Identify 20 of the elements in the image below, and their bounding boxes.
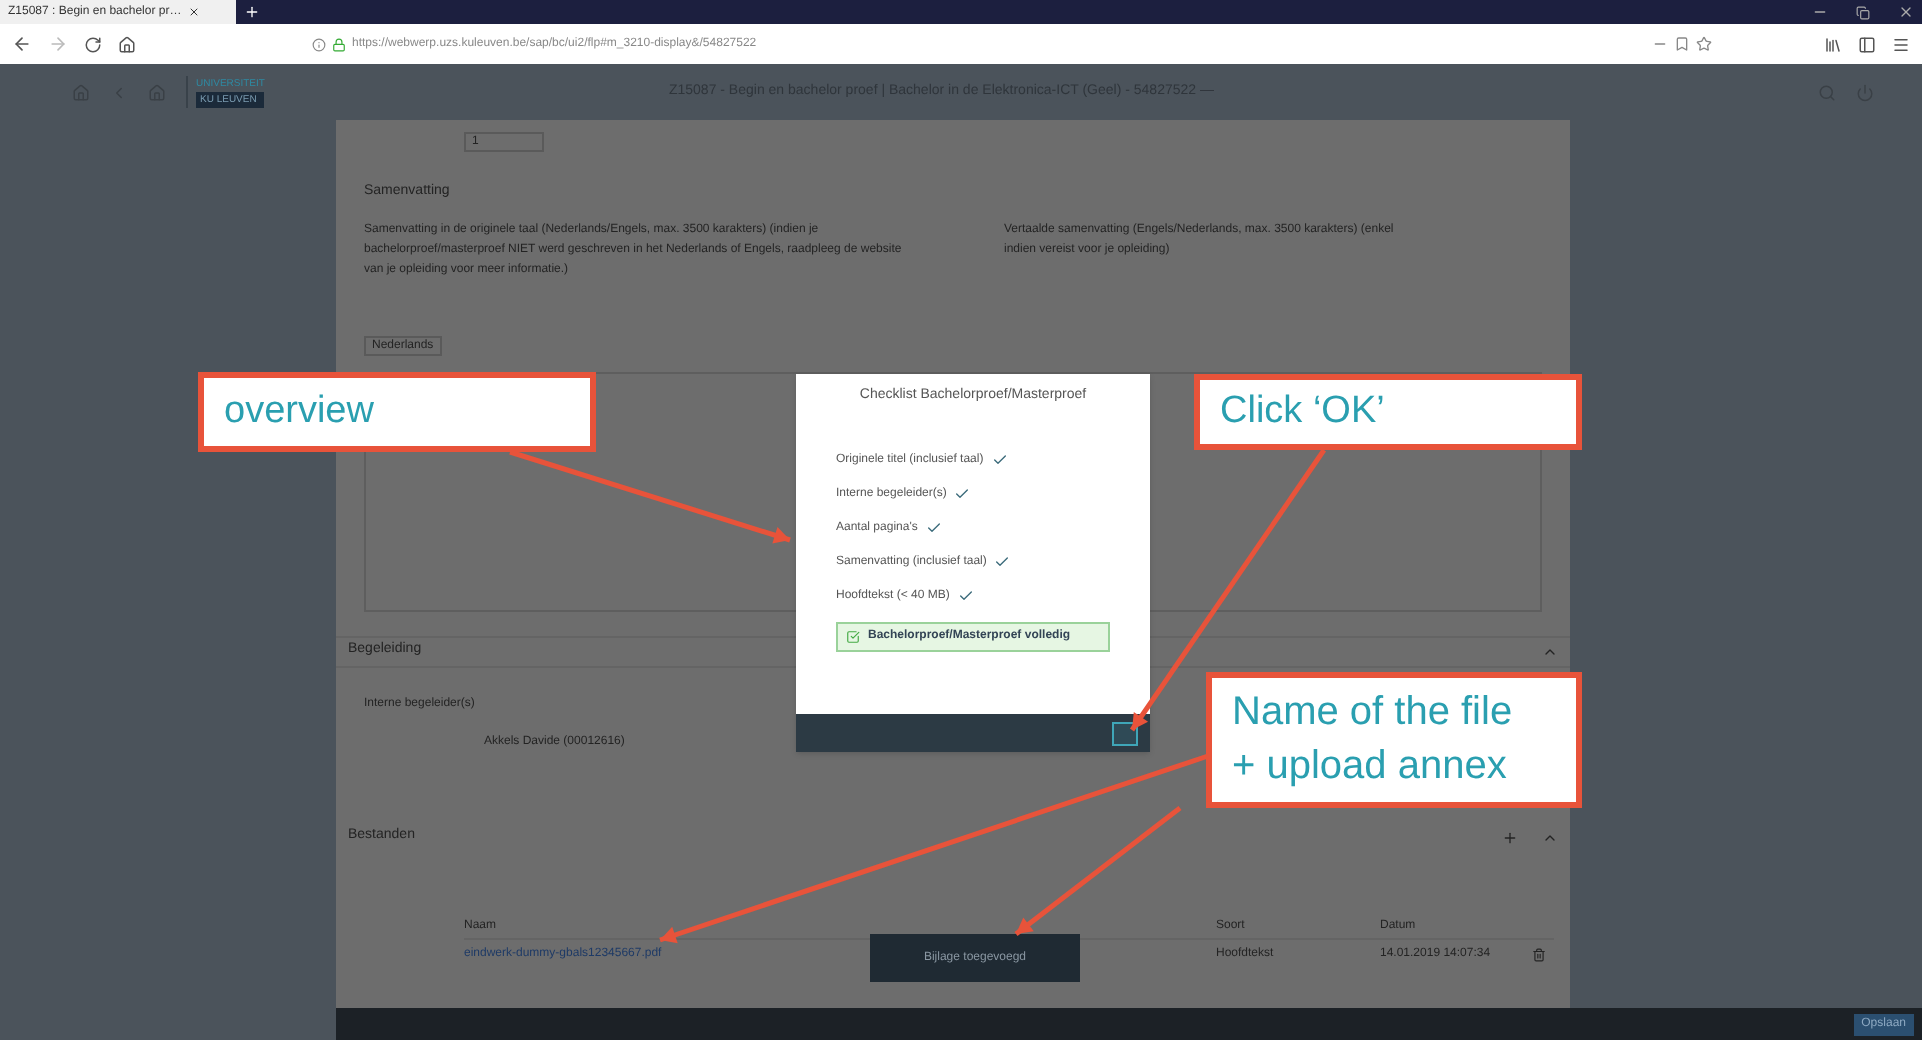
star-icon[interactable] — [1696, 36, 1712, 52]
callout: overview — [198, 372, 596, 452]
callout-text: Name of the file + upload annex — [1232, 688, 1515, 792]
menu-icon[interactable] — [1892, 35, 1910, 53]
info-icon — [312, 37, 326, 51]
add-icon[interactable] — [1502, 829, 1518, 845]
reload-icon[interactable] — [84, 35, 102, 53]
delete-icon[interactable] — [1532, 948, 1546, 962]
ok-button[interactable] — [1112, 721, 1138, 745]
callout: Click ‘OK’ — [1194, 374, 1582, 450]
close-icon[interactable] — [187, 6, 200, 18]
restore-icon[interactable] — [1856, 6, 1870, 20]
back-icon[interactable] — [12, 34, 32, 54]
checkbox-icon — [846, 629, 860, 643]
library-icon[interactable] — [1824, 35, 1842, 53]
close-icon[interactable] — [1898, 4, 1914, 20]
sidebar-icon[interactable] — [1858, 35, 1876, 53]
home-icon[interactable] — [118, 35, 136, 53]
new-tab-icon[interactable] — [244, 4, 260, 20]
lock-icon — [332, 37, 346, 51]
